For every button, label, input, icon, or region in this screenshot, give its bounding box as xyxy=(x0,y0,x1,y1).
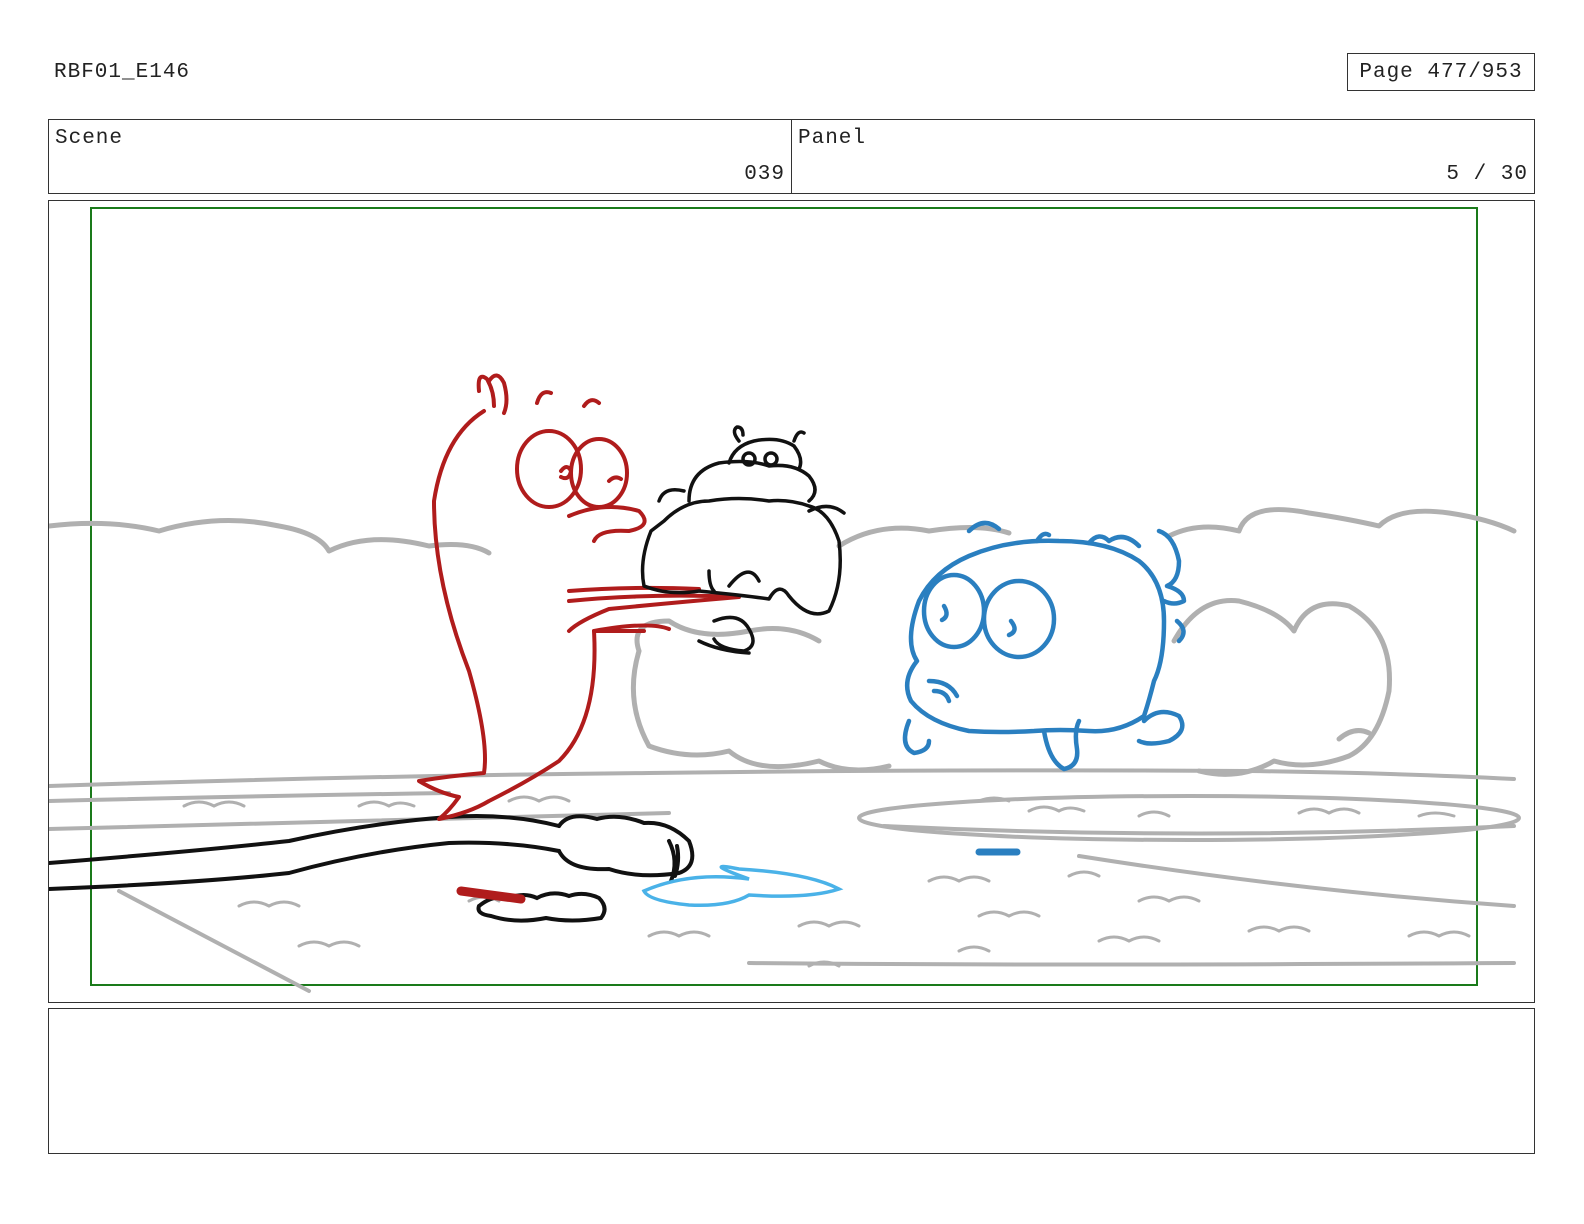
scene-label: Scene xyxy=(55,127,124,150)
panel-number: 5 / 30 xyxy=(1446,163,1528,186)
ground-lines xyxy=(49,768,1521,993)
notes-box xyxy=(48,1008,1535,1154)
blue-character xyxy=(902,520,1187,772)
red-marker xyxy=(456,886,526,904)
scene-number: 039 xyxy=(744,163,785,186)
scene-panel-info: Scene 039 Panel 5 / 30 xyxy=(48,119,1535,194)
page-indicator: Page 477/953 xyxy=(1347,53,1535,91)
storyboard-drawing xyxy=(49,207,1521,993)
storyboard-frame xyxy=(48,200,1535,1003)
panel-cell: Panel 5 / 30 xyxy=(791,120,1534,193)
background-bushes xyxy=(49,507,1517,777)
panel-label: Panel xyxy=(798,127,867,150)
document-title: RBF01_E146 xyxy=(54,61,191,84)
scene-cell: Scene 039 xyxy=(49,120,791,193)
black-character xyxy=(640,425,846,655)
page-label: Page 477/953 xyxy=(1359,60,1523,84)
